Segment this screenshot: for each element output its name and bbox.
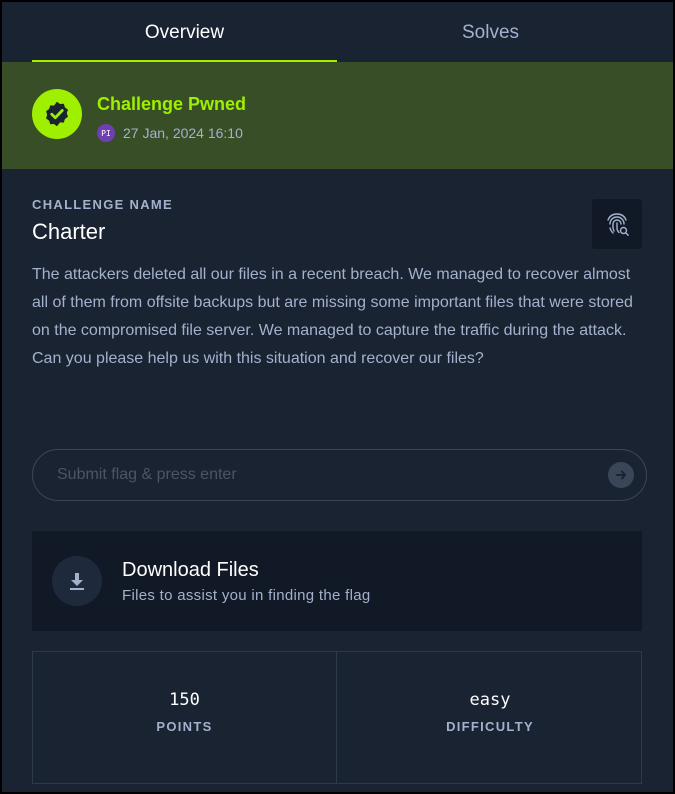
difficulty-label: DIFFICULTY bbox=[446, 719, 534, 734]
submit-flag-button[interactable] bbox=[608, 462, 634, 488]
flag-input-container bbox=[32, 449, 647, 501]
pwned-status-title: Challenge Pwned bbox=[97, 94, 247, 114]
tab-overview[interactable]: Overview bbox=[32, 2, 337, 64]
difficulty-value: easy bbox=[469, 690, 511, 710]
arrow-right-circle-icon bbox=[616, 470, 626, 480]
points-value: 150 bbox=[169, 690, 200, 710]
points-label: POINTS bbox=[156, 719, 213, 734]
download-files-subtitle: Files to assist you in finding the flag bbox=[122, 587, 371, 604]
challenge-panel: Overview Solves Challenge Pwned PI 27 Ja… bbox=[0, 0, 675, 794]
tab-solves[interactable]: Solves bbox=[338, 2, 643, 64]
pwned-meta: PI 27 Jan, 2024 16:10 bbox=[97, 124, 243, 142]
fingerprint-search-icon bbox=[607, 213, 629, 236]
difficulty-stat: easy DIFFICULTY bbox=[338, 652, 642, 783]
flag-input[interactable] bbox=[57, 450, 597, 500]
challenge-name: Charter bbox=[32, 219, 106, 244]
pwned-banner: Challenge Pwned PI 27 Jan, 2024 16:10 bbox=[2, 62, 673, 169]
avatar: PI bbox=[97, 124, 115, 142]
verified-check-badge-icon bbox=[32, 89, 82, 139]
download-files-title: Download Files bbox=[122, 559, 259, 581]
challenge-description: The attackers deleted all our files in a… bbox=[32, 266, 633, 367]
tab-bar: Overview Solves bbox=[2, 2, 673, 64]
pwned-date: 27 Jan, 2024 16:10 bbox=[123, 125, 243, 141]
challenge-name-label: CHALLENGE NAME bbox=[32, 197, 173, 212]
download-files-button[interactable]: Download Files Files to assist you in fi… bbox=[32, 531, 642, 631]
download-icon bbox=[52, 556, 102, 606]
fingerprint-search-button[interactable] bbox=[592, 199, 642, 249]
points-stat: 150 POINTS bbox=[33, 652, 337, 783]
challenge-stats: 150 POINTS easy DIFFICULTY bbox=[32, 651, 642, 784]
